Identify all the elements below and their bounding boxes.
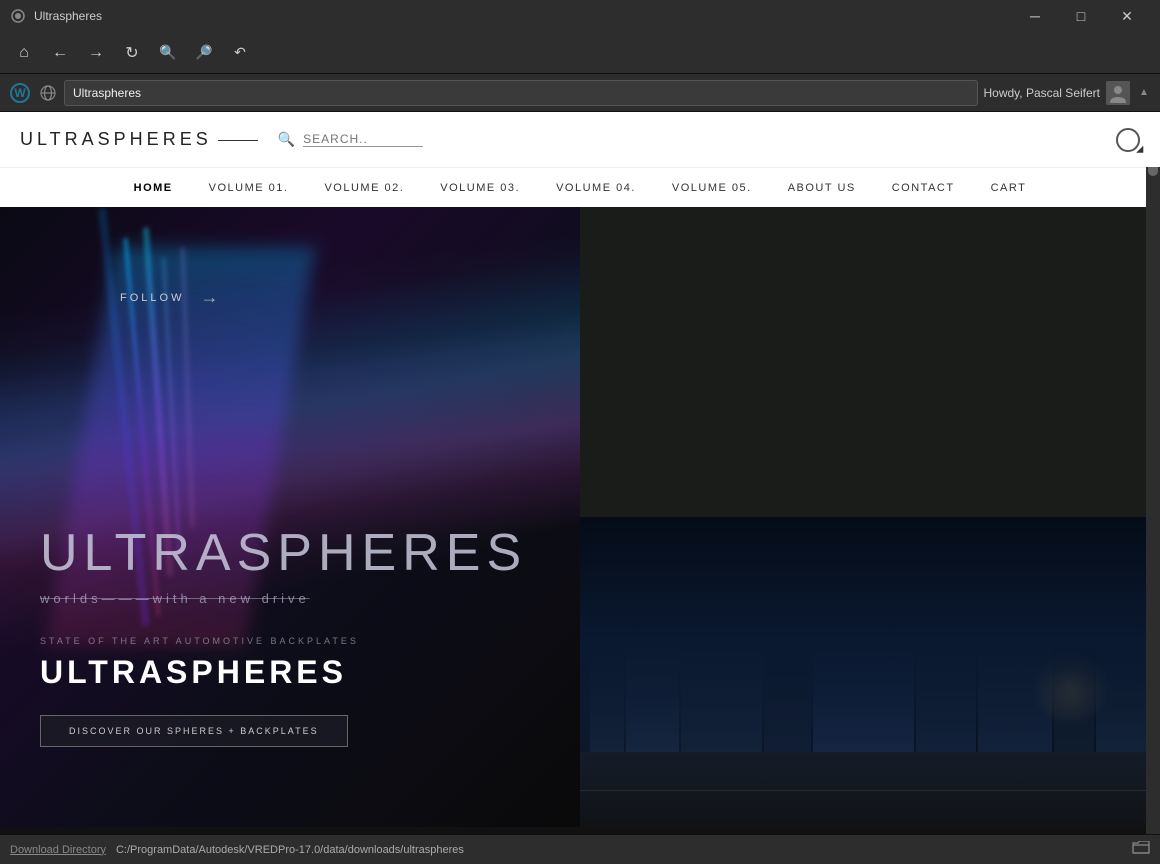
hero-subtitle: worlds———with a new drive: [40, 591, 527, 606]
folder-icon[interactable]: [1132, 841, 1150, 858]
zoom-out-button[interactable]: 🔍: [188, 37, 220, 69]
minimize-button[interactable]: ─: [1012, 0, 1058, 32]
city-road: [580, 752, 1160, 827]
nav-item-home[interactable]: HOME: [116, 168, 191, 208]
hero-left-panel: FOLLOW → ULTRASPHERES worlds———with a ne…: [0, 207, 580, 827]
building-2: [626, 537, 680, 757]
header-right: [1116, 128, 1140, 152]
nav-item-cart[interactable]: CART: [973, 168, 1045, 208]
scrollbar[interactable]: [1146, 112, 1160, 834]
home-nav-button[interactable]: ⌂: [8, 37, 40, 69]
window-controls: ─ □ ✕: [1012, 0, 1150, 32]
browser-toolbar: ⌂ ← → ↻ 🔍 🔍 ↶: [0, 32, 1160, 74]
nav-item-about[interactable]: ABOUT US: [770, 168, 874, 208]
maximize-button[interactable]: □: [1058, 0, 1104, 32]
follow-label: FOLLOW: [120, 292, 184, 304]
nav-item-vol2[interactable]: VOLUME 02.: [306, 168, 422, 208]
close-button[interactable]: ✕: [1104, 0, 1150, 32]
site-logo: ULTRASPHERES: [20, 129, 258, 150]
hero-main-title: ULTRASPHERES: [40, 527, 527, 579]
reload-button[interactable]: ↻: [116, 37, 148, 69]
nav-item-vol1[interactable]: VOLUME 01.: [191, 168, 307, 208]
cursor-indicator: [1116, 128, 1140, 152]
hero-cta-button[interactable]: DISCOVER OUR SPHERES + BACKPLATES: [40, 715, 348, 747]
forward-button[interactable]: →: [80, 37, 112, 69]
logo-line: [218, 140, 258, 141]
nav-item-vol4[interactable]: VOLUME 04.: [538, 168, 654, 208]
site-header: ULTRASPHERES 🔍: [0, 112, 1160, 167]
site-navigation: HOME VOLUME 01. VOLUME 02. VOLUME 03. VO…: [0, 167, 1160, 207]
window-title: Ultraspheres: [34, 9, 1004, 23]
nav-item-vol5[interactable]: VOLUME 05.: [654, 168, 770, 208]
wordpress-icon: W: [8, 81, 32, 105]
address-input[interactable]: [64, 80, 978, 106]
hero-right-top-panel: [580, 207, 1160, 517]
undo-button[interactable]: ↶: [224, 37, 256, 69]
download-directory-path: C:/ProgramData/Autodesk/VREDPro-17.0/dat…: [116, 844, 464, 856]
building-1: [590, 577, 624, 757]
building-6: [916, 517, 976, 757]
site-globe-icon: [38, 83, 58, 103]
website: ULTRASPHERES 🔍 HOME VOLUME 01. VOLUME 02…: [0, 112, 1160, 834]
nav-item-vol3[interactable]: VOLUME 03.: [422, 168, 538, 208]
browser-content: ULTRASPHERES 🔍 HOME VOLUME 01. VOLUME 02…: [0, 112, 1160, 834]
svg-text:W: W: [14, 86, 26, 100]
hero-follow: FOLLOW →: [120, 287, 221, 308]
city-glow: [1030, 647, 1110, 727]
subtitle-dash: ———: [102, 591, 153, 606]
building-3: [681, 517, 762, 757]
status-bar: Download Directory C:/ProgramData/Autode…: [0, 834, 1160, 864]
user-info: Howdy, Pascal Seifert ▲: [984, 81, 1153, 105]
search-input[interactable]: [303, 132, 423, 147]
zoom-in-button[interactable]: 🔍: [152, 37, 184, 69]
user-avatar: [1106, 81, 1130, 105]
hero-grid: FOLLOW → ULTRASPHERES worlds———with a ne…: [0, 207, 1160, 827]
title-bar: Ultraspheres ─ □ ✕: [0, 0, 1160, 32]
search-icon: 🔍: [278, 131, 295, 148]
road-line: [580, 790, 1160, 791]
subtitle-suffix: with a new drive: [153, 591, 310, 606]
nav-item-contact[interactable]: CONTACT: [874, 168, 973, 208]
back-button[interactable]: ←: [44, 37, 76, 69]
hero-content: ULTRASPHERES worlds———with a new drive S…: [40, 527, 527, 747]
subtitle-prefix: worlds: [40, 591, 102, 606]
hero-brand: ULTRASPHERES: [40, 654, 527, 691]
follow-arrow: →: [200, 287, 221, 308]
building-5: [813, 587, 914, 757]
app-icon: [10, 8, 26, 24]
hero-tagline: STATE OF THE ART AUTOMOTIVE BACKPLATES: [40, 636, 527, 646]
search-area: 🔍: [278, 131, 423, 148]
download-directory-label: Download Directory: [10, 844, 106, 856]
building-4: [764, 557, 811, 757]
scroll-up-button[interactable]: ▲: [1136, 83, 1152, 103]
address-bar-row: W Howdy, Pascal Seifert ▲: [0, 74, 1160, 112]
hero-right-bottom-panel: [580, 517, 1160, 827]
user-greeting: Howdy, Pascal Seifert: [984, 86, 1101, 100]
building-9: [1096, 547, 1150, 757]
